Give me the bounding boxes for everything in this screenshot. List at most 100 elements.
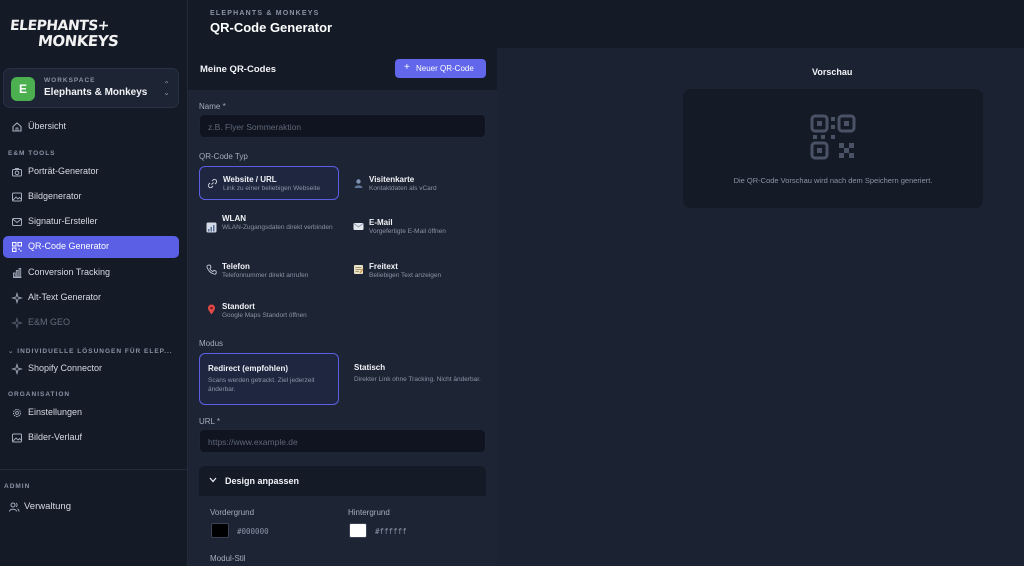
mode-title: Redirect (empfohlen) [208, 364, 289, 373]
breadcrumb: ELEPHANTS & MONKEYS [210, 10, 320, 17]
type-desc: Google Maps Standort öffnen [222, 312, 307, 319]
sidebar-item-image-history[interactable]: Bilder-Verlauf [3, 427, 179, 449]
sidebar-item-settings[interactable]: Einstellungen [3, 402, 179, 424]
type-option-phone[interactable]: Telefon Telefonnummer direkt anrufen [199, 254, 339, 288]
type-title: Visitenkarte [369, 175, 415, 184]
type-option-free-text[interactable]: Freitext Beliebigen Text anzeigen [346, 254, 486, 288]
foreground-color-swatch[interactable] [211, 523, 229, 538]
workspace-label: WORKSPACE [44, 77, 96, 84]
name-input[interactable]: z.B. Flyer Sommeraktion [199, 114, 486, 138]
bar-chart-icon [13, 268, 22, 278]
sidebar-divider [0, 469, 188, 470]
qr-icon [12, 242, 22, 252]
mode-option-redirect[interactable]: Redirect (empfohlen) Scans werden getrac… [199, 353, 339, 405]
sidebar: ELEPHANTS+ MONKEYS E WORKSPACE Elephants… [0, 0, 188, 566]
workspace-switcher[interactable]: E WORKSPACE Elephants & Monkeys ⌃ ⌄ [3, 68, 179, 108]
pin-icon [208, 304, 215, 315]
sidebar-item-label: Conversion Tracking [28, 267, 111, 277]
sidebar-item-label: Alt-Text Generator [28, 292, 102, 302]
type-desc: Vorgefertigte E-Mail öffnen [369, 228, 446, 235]
sidebar-item-overview[interactable]: Übersicht [3, 116, 179, 138]
logo-line-2: MONKEYS [37, 32, 120, 50]
qr-placeholder-icon [810, 114, 856, 160]
type-title: Telefon [222, 262, 250, 271]
mode-desc: Direkter Link ohne Tracking. Nicht änder… [354, 376, 481, 383]
type-desc: WLAN-Zugangsdaten direkt verbinden [222, 224, 333, 231]
sidebar-item-label: Shopify Connector [28, 363, 103, 373]
type-title: Website / URL [223, 175, 277, 184]
home-icon [12, 122, 22, 132]
section-custom-solutions: ⌄ INDIVIDUELLE LÖSUNGEN FÜR ELEP... [8, 347, 173, 355]
section-chevron-icon: ⌄ [8, 348, 18, 355]
new-qr-code-button[interactable]: + Neuer QR-Code [395, 59, 486, 78]
module-style-label: Modul-Stil [210, 554, 246, 563]
sidebar-item-label: E&M GEO [28, 317, 71, 327]
foreground-label: Vordergrund [210, 508, 255, 517]
sidebar-item-label: QR-Code Generator [28, 241, 110, 251]
type-option-wlan[interactable]: WLAN WLAN-Zugangsdaten direkt verbinden [199, 208, 339, 246]
url-placeholder: https://www.example.de [208, 437, 298, 447]
workspace-avatar: E [11, 77, 35, 101]
sparkle-icon [11, 363, 23, 375]
page-header: ELEPHANTS & MONKEYS QR-Code Generator [188, 0, 1024, 48]
mode-label: Modus [199, 339, 224, 348]
page-title: QR-Code Generator [210, 20, 333, 35]
brand-logo[interactable]: ELEPHANTS+ MONKEYS [9, 14, 119, 50]
sparkle-icon [11, 317, 23, 329]
type-title: Freitext [369, 262, 398, 271]
qr-form-panel: Meine QR-Codes + Neuer QR-Code Name * z.… [188, 48, 497, 566]
type-title: E-Mail [369, 218, 393, 227]
sidebar-item-qr-code-generator[interactable]: QR-Code Generator [3, 236, 179, 258]
section-admin: ADMIN [4, 483, 31, 490]
sidebar-item-administration[interactable]: Verwaltung [0, 496, 176, 518]
panel-header: Meine QR-Codes + Neuer QR-Code [188, 48, 497, 90]
type-option-email[interactable]: E-Mail Vorgefertigte E-Mail öffnen [346, 208, 486, 246]
sidebar-item-alt-text-generator[interactable]: Alt-Text Generator [3, 287, 179, 309]
mail-icon [12, 218, 22, 226]
background-label: Hintergrund [348, 508, 390, 517]
type-desc: Link zu einer beliebigen Webseite [223, 185, 321, 192]
sidebar-item-label: Bilder-Verlauf [28, 432, 83, 442]
sidebar-item-label: Signatur-Ersteller [28, 216, 98, 226]
name-placeholder: z.B. Flyer Sommeraktion [208, 122, 302, 132]
background-color-value[interactable]: #ffffff [375, 527, 407, 536]
new-qr-code-label: Neuer QR-Code [416, 64, 474, 73]
type-title: WLAN [222, 214, 246, 223]
phone-icon [206, 264, 217, 275]
person-icon [354, 179, 363, 188]
sidebar-item-label: Bildgenerator [28, 191, 82, 201]
chevron-down-icon [209, 477, 217, 483]
sidebar-item-shopify-connector[interactable]: Shopify Connector [3, 358, 179, 380]
qr-type-label: QR-Code Typ [199, 152, 248, 161]
type-desc: Beliebigen Text anzeigen [369, 272, 442, 279]
sidebar-item-label: Einstellungen [28, 407, 83, 417]
sidebar-item-portrait-generator[interactable]: Porträt-Generator [3, 161, 179, 183]
foreground-color-value[interactable]: #000000 [237, 527, 269, 536]
design-accordion-header[interactable]: Design anpassen [199, 466, 486, 496]
sidebar-item-label: Verwaltung [24, 501, 72, 512]
users-icon [9, 502, 20, 512]
type-option-location[interactable]: Standort Google Maps Standort öffnen [199, 294, 339, 328]
panel-title: Meine QR-Codes [200, 64, 277, 75]
background-color-swatch[interactable] [349, 523, 367, 538]
type-option-business-card[interactable]: Visitenkarte Kontaktdaten als vCard [346, 166, 486, 200]
type-desc: Kontaktdaten als vCard [369, 185, 437, 192]
type-option-website-url[interactable]: Website / URL Link zu einer beliebigen W… [199, 166, 339, 200]
plus-icon: + [404, 62, 410, 73]
sidebar-item-image-generator[interactable]: Bildgenerator [3, 186, 179, 208]
url-input[interactable]: https://www.example.de [199, 429, 486, 453]
sparkle-icon [11, 292, 23, 304]
name-label: Name * [199, 102, 226, 111]
sidebar-item-signature-creator[interactable]: Signatur-Ersteller [3, 211, 179, 233]
section-custom-label: INDIVIDUELLE LÖSUNGEN FÜR ELEP... [17, 348, 173, 355]
mode-desc: Scans werden getrackt. Ziel jederzeit än… [208, 377, 315, 393]
wifi-icon [206, 222, 217, 233]
mode-option-static[interactable]: Statisch Direkter Link ohne Tracking. Ni… [346, 353, 486, 405]
image-icon [12, 433, 22, 443]
preview-title: Vorschau [812, 67, 853, 77]
sidebar-item-conversion-tracking[interactable]: Conversion Tracking [3, 262, 179, 284]
mode-title: Statisch [354, 363, 386, 372]
url-label: URL * [199, 417, 221, 426]
section-em-tools: E&M TOOLS [8, 150, 56, 157]
envelope-icon [353, 223, 364, 230]
